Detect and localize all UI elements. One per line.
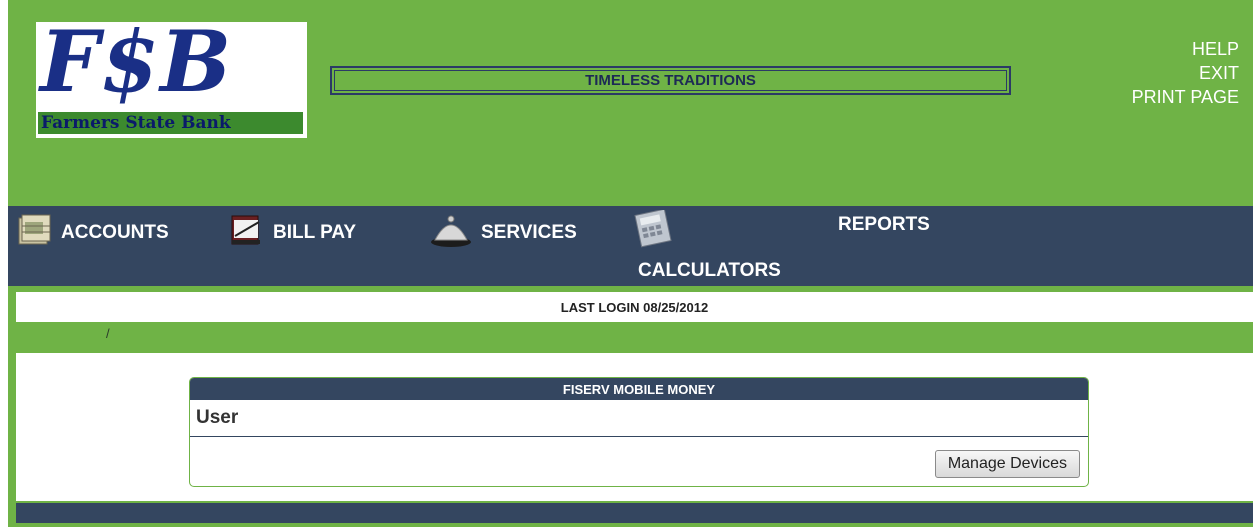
service-bell-icon: [429, 212, 473, 254]
calculator-icon: [634, 208, 674, 254]
logo-letters: F$B: [40, 12, 233, 111]
bank-logo[interactable]: F$B Farmers State Bank: [36, 12, 307, 138]
nav-calculators-label: CALCULATORS: [638, 260, 781, 281]
nav-services-label: SERVICES: [481, 222, 577, 243]
nav-reports-label: REPORTS: [838, 214, 930, 235]
breadcrumb: /: [106, 326, 110, 341]
content-area: FISERV MOBILE MONEY User Manage Devices: [16, 353, 1253, 501]
nav-calculators[interactable]: CALCULATORS: [634, 208, 781, 282]
nav-bill-pay[interactable]: BILL PAY: [229, 212, 356, 254]
print-page-link[interactable]: PRINT PAGE: [1132, 85, 1239, 109]
tagline-text: TIMELESS TRADITIONS: [334, 70, 1007, 91]
manage-devices-button[interactable]: Manage Devices: [934, 450, 1080, 478]
nav-accounts[interactable]: ACCOUNTS: [17, 212, 169, 254]
page-background: F$B Farmers State Bank TIMELESS TRADITIO…: [8, 0, 1253, 527]
tagline-box: TIMELESS TRADITIONS: [330, 66, 1011, 95]
help-link[interactable]: HELP: [1132, 37, 1239, 61]
top-links: HELP EXIT PRINT PAGE: [1132, 37, 1239, 109]
exit-link[interactable]: EXIT: [1132, 61, 1239, 85]
panel-title: FISERV MOBILE MONEY: [190, 378, 1088, 400]
fiserv-mobile-money-panel: FISERV MOBILE MONEY User Manage Devices: [189, 377, 1089, 487]
main-nav: ACCOUNTS BILL PAY SERVICES CALCULATORS R…: [8, 206, 1253, 286]
nav-accounts-label: ACCOUNTS: [61, 222, 169, 243]
last-login-text: LAST LOGIN 08/25/2012: [560, 299, 709, 315]
money-stack-icon: [17, 212, 53, 254]
last-login-bar: LAST LOGIN 08/25/2012: [16, 292, 1253, 322]
footer-bar: [16, 503, 1253, 523]
logo-bank-name: Farmers State Bank: [38, 112, 303, 134]
checkbook-icon: [229, 212, 265, 254]
nav-reports[interactable]: REPORTS: [838, 214, 930, 236]
panel-user-label: User: [190, 400, 1088, 437]
nav-services[interactable]: SERVICES: [429, 212, 577, 254]
nav-bill-pay-label: BILL PAY: [273, 222, 357, 243]
